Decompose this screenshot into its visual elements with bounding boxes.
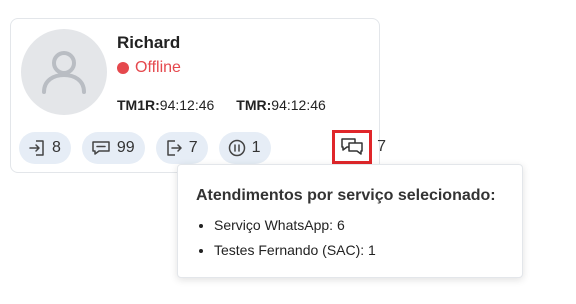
- pause-icon: [228, 139, 245, 157]
- tooltip-title: Atendimentos por serviço selecionado:: [196, 187, 496, 204]
- badge-services[interactable]: 7: [332, 130, 386, 164]
- badge-count: 7: [188, 139, 198, 156]
- status-dot-icon: [117, 62, 129, 74]
- status-label: Offline: [135, 59, 181, 76]
- services-tooltip: Atendimentos por serviço selecionado: Se…: [177, 164, 523, 278]
- agent-card: Richard Offline TM1R:94:12:46 TMR:94:12:…: [10, 18, 386, 173]
- timer-label: TM1R:: [117, 97, 160, 113]
- badge-count: 8: [52, 139, 61, 156]
- timer-label: TMR:: [236, 97, 272, 113]
- user-icon: [42, 51, 86, 94]
- timer-value: 94:12:46: [159, 97, 215, 113]
- timer-tmr: TMR:94:12:46: [236, 97, 326, 113]
- badge-count: 1: [251, 139, 261, 156]
- chat-icon: [92, 141, 110, 155]
- login-icon: [29, 140, 44, 156]
- timer-value: 94:12:46: [271, 97, 326, 113]
- badge-chat[interactable]: 99: [81, 132, 145, 164]
- list-item: Testes Fernando (SAC): 1: [214, 242, 376, 259]
- badge-count: 99: [116, 139, 135, 156]
- badge-login[interactable]: 8: [19, 132, 71, 164]
- timers: TM1R:94:12:46 TMR:94:12:46: [117, 97, 326, 113]
- chat-bubbles-icon: [341, 138, 363, 155]
- timer-tm1r: TM1R:94:12:46: [117, 97, 214, 113]
- list-item: Serviço WhatsApp: 6: [214, 217, 376, 234]
- logout-icon: [166, 140, 182, 156]
- badge-logout[interactable]: 7: [155, 132, 208, 164]
- badge-row: 8 99 7 1: [19, 132, 271, 164]
- badge-pause[interactable]: 1: [218, 132, 271, 164]
- status-indicator: Offline: [117, 59, 181, 77]
- avatar: [21, 29, 107, 115]
- highlight-box: [332, 130, 373, 164]
- stage: Richard Offline TM1R:94:12:46 TMR:94:12:…: [0, 0, 576, 304]
- tooltip-list: Serviço WhatsApp: 6 Testes Fernando (SAC…: [196, 217, 376, 267]
- badge-count: 7: [377, 138, 386, 155]
- agent-name: Richard: [117, 33, 181, 52]
